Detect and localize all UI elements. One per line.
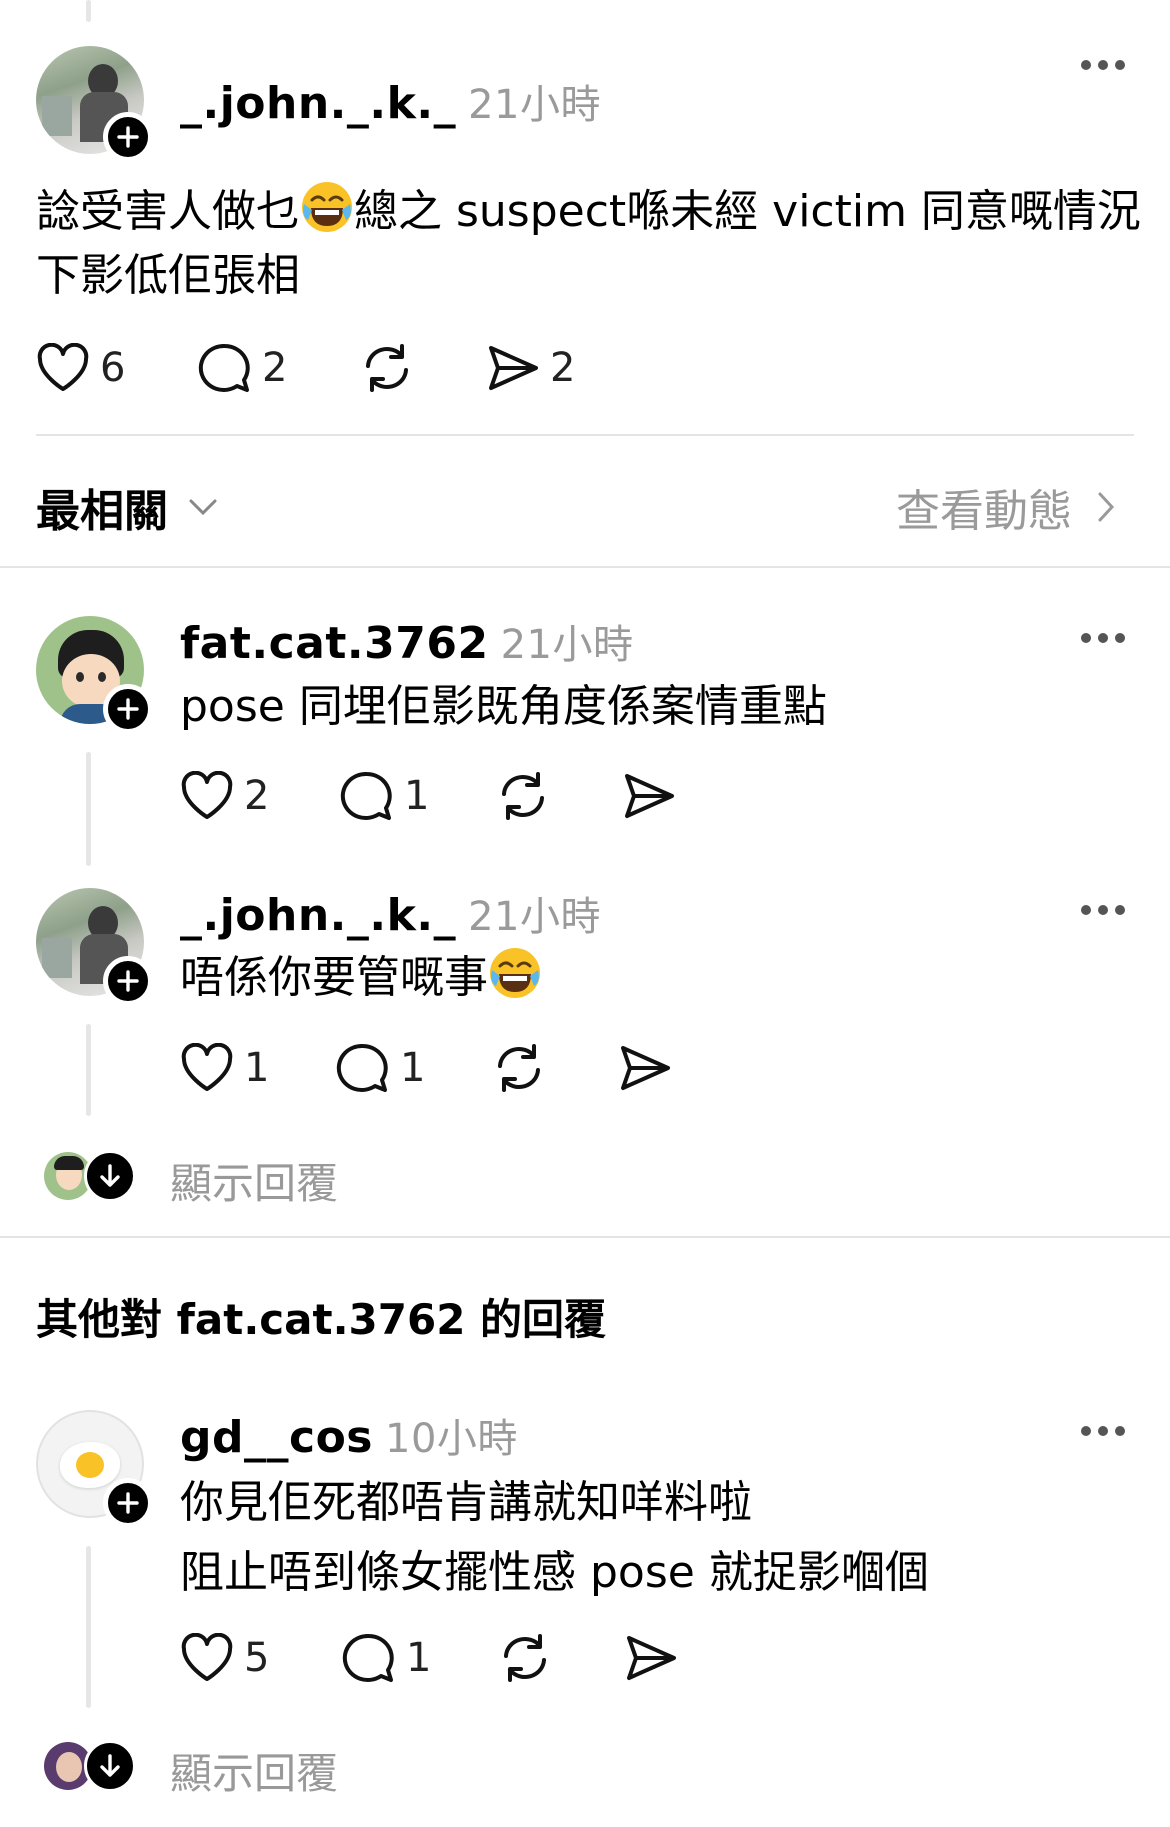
- laughing-tears-emoji-icon: [300, 180, 354, 234]
- laughing-tears-emoji-icon: [488, 946, 542, 1000]
- username[interactable]: _.john._.k._: [180, 890, 456, 941]
- post-text-part: 諗受害人做乜: [36, 186, 300, 237]
- repost-icon: [498, 1044, 540, 1092]
- speech-bubble-icon: [336, 1043, 388, 1092]
- more-dots-icon[interactable]: [1081, 60, 1125, 72]
- speech-bubble-icon: [340, 771, 392, 820]
- speech-bubble-icon: [198, 343, 250, 392]
- thread-line: [86, 752, 91, 866]
- view-activity-label: 查看動態: [896, 486, 1072, 537]
- chevron-down-icon: [189, 499, 217, 516]
- speech-bubble-icon: [342, 1633, 394, 1682]
- comment-button[interactable]: 1: [336, 1040, 425, 1096]
- share-button[interactable]: [622, 768, 676, 824]
- like-button[interactable]: 5: [180, 1630, 269, 1686]
- reply-text-line: 你見佢死都唔肯講就知咩料啦: [180, 1477, 752, 1528]
- follow-plus-button[interactable]: [103, 684, 153, 734]
- reply-time: 10小時: [385, 1416, 518, 1462]
- send-icon: [621, 1046, 670, 1090]
- more-dots-icon[interactable]: [1081, 1426, 1125, 1438]
- heart-icon: [181, 1633, 233, 1681]
- follow-plus-button[interactable]: [103, 112, 153, 162]
- like-count: 6: [100, 345, 126, 391]
- share-count: 2: [550, 345, 576, 391]
- username[interactable]: gd__cos: [180, 1412, 373, 1463]
- like-count: 5: [244, 1635, 270, 1681]
- share-button[interactable]: [618, 1040, 672, 1096]
- section-divider: [0, 566, 1170, 568]
- follow-plus-button[interactable]: [103, 956, 153, 1006]
- post-author[interactable]: _.john._.k._ 21小時: [180, 72, 601, 130]
- arrow-down-icon: [84, 1740, 136, 1792]
- reply-count: 1: [404, 773, 430, 819]
- repost-button[interactable]: [492, 1040, 546, 1096]
- post-time: 21小時: [468, 82, 601, 128]
- comment-text: 唔係你要管嘅事: [180, 946, 542, 1010]
- heart-icon: [181, 771, 233, 819]
- post-text-part: 總之 suspect喺未經 victim 同意嘅情況: [354, 186, 1141, 237]
- repost-icon: [366, 344, 408, 392]
- comment-text-part: 唔係你要管嘅事: [180, 952, 488, 1003]
- heart-icon: [181, 1043, 233, 1091]
- comment-button[interactable]: 1: [342, 1630, 431, 1686]
- share-button[interactable]: 2: [486, 340, 575, 396]
- repost-icon: [504, 1634, 546, 1682]
- arrow-down-icon: [84, 1150, 136, 1202]
- comment-button[interactable]: 1: [340, 768, 429, 824]
- comment-author[interactable]: fat.cat.3762 21小時: [180, 612, 633, 670]
- send-icon: [625, 774, 674, 818]
- reply-count: 1: [400, 1045, 426, 1091]
- heart-icon: [37, 343, 89, 391]
- other-replies-heading: 其他對 fat.cat.3762 的回覆: [36, 1295, 607, 1344]
- send-icon: [627, 1636, 676, 1680]
- comment-time: 21小時: [500, 622, 634, 668]
- comment-count: 2: [262, 345, 288, 391]
- send-icon: [489, 346, 538, 390]
- comment-time: 21小時: [468, 894, 601, 940]
- section-divider: [0, 1236, 1170, 1238]
- like-button[interactable]: 2: [180, 768, 269, 824]
- like-count: 2: [244, 773, 270, 819]
- thread-line: [86, 1546, 91, 1708]
- post-text: 諗受害人做乜 總之 suspect喺未經 victim 同意嘅情況 下影低佢張相: [36, 180, 1141, 308]
- show-replies-label[interactable]: 顯示回覆: [170, 1740, 338, 1801]
- more-dots-icon[interactable]: [1081, 633, 1125, 645]
- post-text-part: 下影低佢張相: [36, 250, 300, 301]
- comment-button[interactable]: 2: [198, 340, 287, 396]
- like-button[interactable]: 1: [180, 1040, 269, 1096]
- repost-icon: [502, 772, 544, 820]
- reply-author[interactable]: gd__cos 10小時: [180, 1406, 518, 1464]
- show-replies-label[interactable]: 顯示回覆: [170, 1150, 338, 1211]
- chevron-right-icon: [1098, 492, 1115, 522]
- divider: [36, 434, 1134, 436]
- sort-label: 最相關: [36, 486, 168, 537]
- comment-text: pose 同埋佢影既角度係案情重點: [180, 681, 827, 732]
- reply-text-line: 阻止唔到條女擺性感 pose 就捉影嗰個: [180, 1547, 929, 1598]
- like-count: 1: [244, 1045, 270, 1091]
- repost-button[interactable]: [360, 340, 414, 396]
- username[interactable]: fat.cat.3762: [180, 618, 489, 669]
- thread-line: [86, 1024, 91, 1116]
- more-dots-icon[interactable]: [1081, 905, 1125, 917]
- share-button[interactable]: [624, 1630, 678, 1686]
- comment-author[interactable]: _.john._.k._ 21小時: [180, 884, 601, 942]
- repost-button[interactable]: [496, 768, 550, 824]
- username[interactable]: _.john._.k._: [180, 78, 456, 129]
- view-activity-link[interactable]: 查看動態: [896, 475, 1116, 539]
- reply-count: 1: [406, 1635, 432, 1681]
- thread-line: [86, 0, 91, 22]
- like-button[interactable]: 6: [36, 340, 125, 396]
- sort-dropdown[interactable]: 最相關: [36, 475, 218, 539]
- follow-plus-button[interactable]: [103, 1478, 153, 1528]
- reply-text: 你見佢死都唔肯講就知咩料啦 阻止唔到條女擺性感 pose 就捉影嗰個: [180, 1468, 929, 1608]
- repost-button[interactable]: [498, 1630, 552, 1686]
